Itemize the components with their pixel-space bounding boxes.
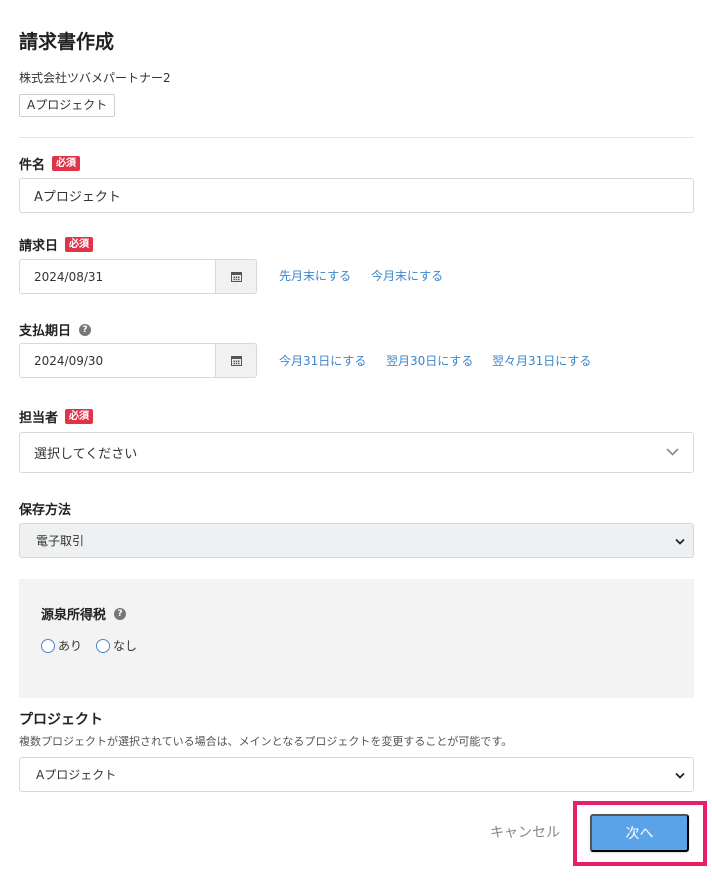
shortcut-this-month-end[interactable]: 今月末にする xyxy=(371,267,443,284)
subject-label: 件名 必須 xyxy=(19,154,81,173)
required-badge: 必須 xyxy=(65,237,94,252)
chevron-down-icon xyxy=(675,768,685,782)
billing-date-label: 請求日 必須 xyxy=(19,235,94,254)
next-button[interactable]: 次へ xyxy=(590,814,689,852)
storage-value: 電子取引 xyxy=(36,534,85,548)
withholding-tax-options: あり なし xyxy=(41,637,137,654)
project-value: Aプロジェクト xyxy=(36,768,117,782)
radio-no[interactable]: なし xyxy=(96,637,137,654)
radio-circle[interactable] xyxy=(96,638,111,653)
divider xyxy=(19,137,694,138)
project-tag: Aプロジェクト xyxy=(19,94,116,117)
radio-circle[interactable] xyxy=(41,638,55,653)
project-description: 複数プロジェクトが選択されている場合は、メインとなるプロジェクトを変更することが… xyxy=(19,735,513,748)
assignee-label: 担当者 必須 xyxy=(19,407,94,426)
assignee-select[interactable]: 選択してください xyxy=(19,432,694,473)
help-icon[interactable]: ? xyxy=(79,323,92,336)
calendar-icon[interactable] xyxy=(215,344,256,377)
subject-input[interactable] xyxy=(19,178,694,213)
due-date-input[interactable] xyxy=(20,344,215,377)
cancel-button[interactable]: キャンセル xyxy=(490,822,560,842)
billing-date-input[interactable] xyxy=(20,260,215,293)
required-badge: 必須 xyxy=(65,409,94,424)
company-name: 株式会社ツバメパートナー2 xyxy=(19,71,171,85)
shortcut-last-month-end[interactable]: 先月末にする xyxy=(279,267,351,284)
storage-select[interactable]: 電子取引 xyxy=(19,523,694,558)
chevron-down-icon xyxy=(675,534,685,548)
shortcut-next-month-30[interactable]: 翌月30日にする xyxy=(386,352,473,369)
calendar-icon[interactable] xyxy=(215,260,256,293)
storage-label: 保存方法 xyxy=(19,503,72,518)
due-date-label: 支払期日 ? xyxy=(19,320,92,339)
due-date-field xyxy=(19,343,257,378)
page-title: 請求書作成 xyxy=(19,31,115,53)
shortcut-this-month-31[interactable]: 今月31日にする xyxy=(279,352,366,369)
assignee-placeholder: 選択してください xyxy=(34,447,138,462)
withholding-tax-label: 源泉所得税 ? xyxy=(41,604,127,623)
withholding-tax-panel: 源泉所得税 ? あり なし xyxy=(19,579,694,698)
shortcut-month-after-next-31[interactable]: 翌々月31日にする xyxy=(492,352,591,369)
help-icon[interactable]: ? xyxy=(114,607,127,620)
radio-yes[interactable]: あり xyxy=(41,637,82,654)
billing-date-field xyxy=(19,259,257,294)
required-badge: 必須 xyxy=(52,156,81,171)
chevron-down-icon xyxy=(666,445,679,460)
project-label: プロジェクト xyxy=(19,712,103,728)
project-select[interactable]: Aプロジェクト xyxy=(19,757,694,792)
